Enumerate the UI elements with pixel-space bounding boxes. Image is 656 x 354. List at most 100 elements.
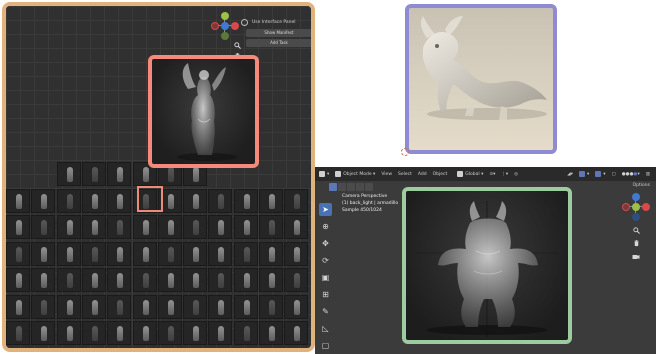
image-thumbnail[interactable]	[157, 268, 182, 292]
image-thumbnail[interactable]	[284, 268, 309, 292]
editor-type-dropdown[interactable]: ▾	[319, 171, 329, 177]
interface-panel-toggle-label[interactable]: Use Interface Panel	[252, 20, 296, 25]
image-thumbnail[interactable]	[31, 321, 56, 345]
menu-select[interactable]: Select	[398, 172, 412, 177]
image-thumbnail[interactable]	[81, 162, 106, 186]
image-thumbnail[interactable]	[259, 321, 283, 345]
image-thumbnail[interactable]	[31, 294, 56, 319]
image-thumbnail[interactable]	[157, 241, 182, 266]
select-tool-icon[interactable]: ➤	[319, 203, 332, 216]
show-manifest-button[interactable]: Show Manifest	[246, 29, 311, 37]
image-thumbnail[interactable]	[233, 268, 258, 292]
image-thumbnail[interactable]	[81, 188, 106, 213]
pan-hand-icon[interactable]	[632, 240, 640, 248]
image-thumbnail[interactable]	[6, 215, 30, 239]
image-thumbnail[interactable]	[208, 294, 233, 319]
image-thumbnail[interactable]	[31, 215, 56, 239]
select-box-icon[interactable]	[329, 183, 337, 191]
rotate-tool-icon[interactable]: ⟳	[319, 254, 332, 267]
image-thumbnail[interactable]	[183, 241, 208, 266]
image-thumbnail[interactable]	[208, 241, 233, 266]
image-thumbnail[interactable]	[107, 321, 132, 345]
select-invert-icon[interactable]	[356, 183, 364, 191]
snap-toggle-icon[interactable]: ⋮▾	[501, 172, 508, 177]
axis-gizmo-icon[interactable]	[622, 193, 650, 221]
move-tool-icon[interactable]: ✥	[319, 237, 332, 250]
image-thumbnail[interactable]	[6, 294, 30, 319]
image-thumbnail[interactable]	[284, 241, 309, 266]
menu-view[interactable]: View	[381, 172, 392, 177]
image-thumbnail[interactable]	[107, 162, 132, 186]
image-thumbnail[interactable]	[31, 241, 56, 266]
image-thumbnail[interactable]	[56, 241, 81, 266]
image-thumbnail[interactable]	[81, 294, 106, 319]
image-thumbnail[interactable]	[81, 268, 106, 292]
image-thumbnail[interactable]	[157, 294, 182, 319]
image-thumbnail[interactable]	[259, 215, 283, 239]
image-thumbnail[interactable]	[6, 268, 30, 292]
gizmo-toggle[interactable]: ▾	[578, 171, 589, 177]
image-thumbnail[interactable]	[56, 188, 81, 213]
image-thumbnail[interactable]	[56, 294, 81, 319]
object-mode-dropdown[interactable]: Object Mode ▾	[335, 171, 375, 177]
image-thumbnail[interactable]	[208, 188, 233, 213]
image-thumbnail[interactable]	[183, 321, 208, 345]
image-thumbnail[interactable]	[284, 321, 309, 345]
image-thumbnail[interactable]	[284, 188, 309, 213]
image-thumbnail[interactable]	[233, 321, 258, 345]
xray-toggle-icon[interactable]: ▢	[611, 172, 615, 177]
annotate-tool-icon[interactable]: ✎	[319, 305, 332, 318]
image-thumbnail[interactable]	[183, 268, 208, 292]
image-thumbnail[interactable]	[132, 294, 157, 319]
image-thumbnail[interactable]	[233, 215, 258, 239]
add-cube-tool-icon[interactable]: ▢	[319, 339, 332, 352]
image-thumbnail[interactable]	[157, 215, 182, 239]
overlay-toggle[interactable]: ▾	[595, 171, 605, 177]
pivot-dropdown[interactable]: ⊙▾	[489, 172, 495, 177]
menu-add[interactable]: Add	[418, 172, 427, 177]
visibility-dropdown[interactable]: ◢▾	[567, 172, 573, 177]
image-thumbnail[interactable]	[6, 321, 30, 345]
image-thumbnail[interactable]	[233, 294, 258, 319]
image-thumbnail[interactable]	[132, 241, 157, 266]
image-thumbnail[interactable]	[284, 215, 309, 239]
image-thumbnail[interactable]	[208, 321, 233, 345]
shading-modes[interactable]: ●●● ● ▾	[622, 172, 640, 177]
transform-orientation-dropdown[interactable]: Global ▾	[457, 171, 483, 177]
image-thumbnail[interactable]	[107, 294, 132, 319]
camera-view-icon[interactable]	[632, 253, 640, 261]
image-thumbnail[interactable]	[132, 215, 157, 239]
image-thumbnail[interactable]	[183, 188, 208, 213]
image-thumbnail[interactable]	[107, 268, 132, 292]
image-thumbnail[interactable]	[31, 268, 56, 292]
image-thumbnail[interactable]	[233, 241, 258, 266]
scale-tool-icon[interactable]: ▣	[319, 271, 332, 284]
select-extend-icon[interactable]	[338, 183, 346, 191]
image-thumbnail[interactable]	[31, 188, 56, 213]
add-task-button[interactable]: Add Task	[246, 39, 311, 47]
select-intersect-icon[interactable]	[365, 183, 373, 191]
image-thumbnail[interactable]	[233, 188, 258, 213]
image-thumbnail[interactable]	[208, 268, 233, 292]
image-thumbnail[interactable]	[183, 215, 208, 239]
image-thumbnail[interactable]	[183, 294, 208, 319]
image-thumbnail[interactable]	[132, 268, 157, 292]
image-thumbnail[interactable]	[157, 321, 182, 345]
image-thumbnail[interactable]	[259, 294, 283, 319]
image-thumbnail[interactable]	[81, 241, 106, 266]
image-thumbnail[interactable]	[56, 162, 81, 186]
image-thumbnail[interactable]	[259, 241, 283, 266]
image-thumbnail[interactable]	[56, 215, 81, 239]
magnifier-icon[interactable]	[233, 41, 241, 49]
image-thumbnail[interactable]	[81, 321, 106, 345]
cursor-tool-icon[interactable]: ⊕	[319, 220, 332, 233]
options-dropdown[interactable]: Options	[633, 183, 650, 188]
image-thumbnail[interactable]	[208, 215, 233, 239]
image-thumbnail[interactable]	[107, 215, 132, 239]
image-thumbnail[interactable]	[81, 215, 106, 239]
image-thumbnail[interactable]	[56, 321, 81, 345]
zoom-icon[interactable]	[632, 227, 640, 235]
select-subtract-icon[interactable]	[347, 183, 355, 191]
proportional-edit-icon[interactable]: ◎	[514, 172, 518, 177]
radio-toggle-icon[interactable]	[241, 18, 248, 26]
